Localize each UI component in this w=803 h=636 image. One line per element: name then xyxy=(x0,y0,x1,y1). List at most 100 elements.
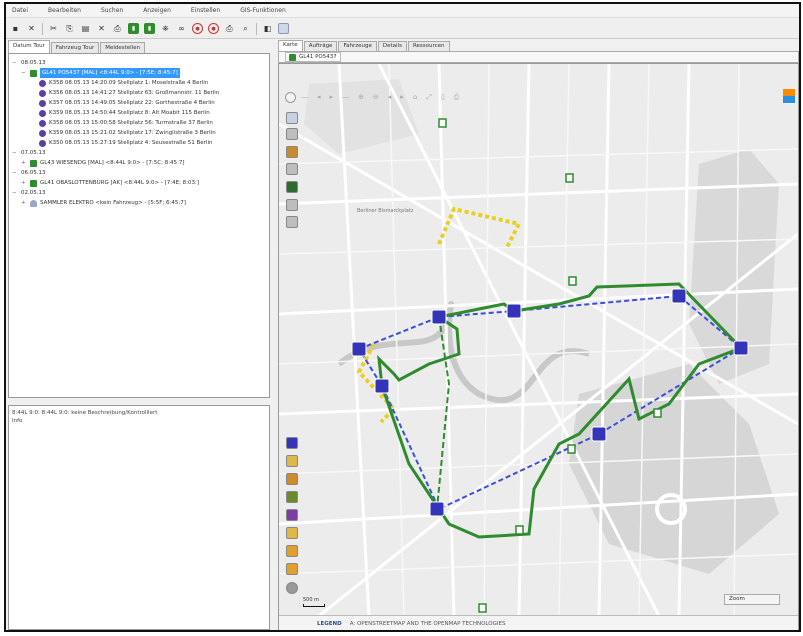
tree-node[interactable]: + SAMMLER ELEKTRO <kein Fahrzeug> - [5:5F… xyxy=(12,198,266,208)
tree-node[interactable]: K358 08.05.13 15:00:58 Stellplatz 56: Tu… xyxy=(12,118,266,128)
search-icon[interactable]: ⌕ xyxy=(240,23,251,34)
tool-icon[interactable] xyxy=(286,199,298,211)
tree-node[interactable]: −06.05.13 xyxy=(12,168,266,178)
tree-node[interactable]: K357 08.05.13 14:49:05 Stellplatz 22: Go… xyxy=(12,98,266,108)
menu-bearbeiten[interactable]: Bearbeiten xyxy=(48,7,81,14)
tree-toggle-icon[interactable]: + xyxy=(21,178,27,188)
map-view[interactable]: Berliner Bismarckplatz — ◂ ▸ — ⊕ ⊖ ◂ ▸ ⌂ ⤢ ▯ ⎙ xyxy=(278,63,799,630)
print-icon[interactable]: ⎙ xyxy=(112,23,123,34)
menu-datei[interactable]: Datei xyxy=(12,7,28,14)
tree-toggle-icon[interactable]: + xyxy=(21,158,27,168)
tree-toggle-icon[interactable]: + xyxy=(21,198,27,208)
tool-icon[interactable] xyxy=(286,163,298,175)
tree-toggle-icon[interactable]: − xyxy=(12,188,18,198)
paste-icon[interactable]: ▤ xyxy=(80,23,91,34)
menu-bar: Datei Bearbeiten Suchen Anzeigen Einstel… xyxy=(6,4,799,18)
tree-node[interactable]: K350 08.05.13 15:27:19 Stellplatz 4: Seu… xyxy=(12,138,266,148)
tree-node[interactable]: −07.05.13 xyxy=(12,148,266,158)
tab-auftraege[interactable]: Aufträge xyxy=(303,41,338,51)
route-tool-icon[interactable] xyxy=(286,181,298,193)
tree-toggle-icon[interactable]: − xyxy=(12,148,18,158)
menu-gis-funktionen[interactable]: GIS-Funktionen xyxy=(240,7,286,14)
tree-toggle-icon[interactable]: − xyxy=(21,68,27,78)
globe-icon[interactable] xyxy=(286,582,298,594)
stop-marker[interactable] xyxy=(431,309,447,325)
vehicle-icon xyxy=(30,159,37,167)
tree-node[interactable]: − GL41 PO5437 [MAL] <8:44L 9:0> - [7:5E; … xyxy=(12,68,266,78)
menu-anzeigen[interactable]: Anzeigen xyxy=(143,7,171,14)
tab-karte[interactable]: Karte xyxy=(278,40,303,51)
tab-meldestellen[interactable]: Meldestellen xyxy=(100,42,146,53)
application-window: Datei Bearbeiten Suchen Anzeigen Einstel… xyxy=(4,2,801,632)
tree-node[interactable]: K359 08.05.13 15:21:02 Stellplatz 17: Zw… xyxy=(12,128,266,138)
record-stop-icon[interactable]: ● xyxy=(208,23,219,34)
stop-marker[interactable] xyxy=(506,303,522,319)
vehicle-icon xyxy=(30,69,37,77)
container-icon[interactable] xyxy=(286,563,298,575)
tree-toggle-icon[interactable]: − xyxy=(12,168,18,178)
tab-fahrzeuge[interactable]: Fahrzeuge xyxy=(338,41,377,51)
truck-icon[interactable] xyxy=(286,473,298,485)
save-icon[interactable]: ▪ xyxy=(10,23,21,34)
tree-node[interactable]: K356 08.05.13 14:41:27 Stellplatz 63: Gr… xyxy=(12,88,266,98)
tab-fahrzeug-tour[interactable]: Fahrzeug Tour xyxy=(50,42,100,53)
scale-bar: 500 m xyxy=(303,597,325,607)
copy-icon[interactable]: ⎘ xyxy=(64,23,75,34)
stop-icon xyxy=(39,109,46,117)
menu-einstellen[interactable]: Einstellen xyxy=(191,7,220,14)
tool-icon[interactable] xyxy=(286,216,298,228)
tree-node[interactable]: −08.05.13 xyxy=(12,58,266,68)
tree-node[interactable]: + GL41 OBASLOTTENBURG [AK] <8:44L 9:0> - … xyxy=(12,178,266,188)
tree-node-label: K356 08.05.13 14:41:27 Stellplatz 63: Gr… xyxy=(49,90,220,96)
layer-icon[interactable] xyxy=(286,146,298,158)
record-icon[interactable]: ● xyxy=(192,23,203,34)
zoom-slider[interactable]: — ◂ ▸ — ⊕ ⊖ ◂ ▸ ⌂ ⤢ ▯ ⎙ xyxy=(301,91,531,103)
stop-marker[interactable] xyxy=(671,288,687,304)
panel-icon[interactable] xyxy=(278,23,289,34)
stop-tool-icon[interactable] xyxy=(286,437,298,449)
tour-icon[interactable]: ▮ xyxy=(144,23,155,34)
container-icon[interactable] xyxy=(286,545,298,557)
stop-marker[interactable] xyxy=(733,340,749,356)
toolbar-separator xyxy=(42,22,43,35)
stop-marker[interactable] xyxy=(429,501,445,517)
zoom-home-icon[interactable] xyxy=(285,92,296,103)
vehicle-icon xyxy=(30,179,37,187)
glasses-icon[interactable]: ∞ xyxy=(176,23,187,34)
compass-icon[interactable] xyxy=(783,89,795,103)
stop-marker[interactable] xyxy=(351,341,367,357)
tree-node-label: 06.05.13 xyxy=(21,170,46,176)
scale-bar-line xyxy=(303,604,325,607)
tree-node-label: 07.05.13 xyxy=(21,150,46,156)
map-canvas[interactable]: Berliner Bismarckplatz xyxy=(279,64,798,616)
map-subtab[interactable]: GL41 PO5437 xyxy=(285,52,341,62)
tab-datum-tour[interactable]: Datum Tour xyxy=(8,40,50,53)
vehicle-icon[interactable]: ▮ xyxy=(128,23,139,34)
tree-node[interactable]: + GL43 WIESENDG [MAL] <8:44L 9:0> - [7:5C… xyxy=(12,158,266,168)
close-save-icon[interactable]: ✕ xyxy=(26,23,37,34)
tab-ressourcen[interactable]: Ressourcen xyxy=(407,41,450,51)
cut-icon[interactable]: ✂ xyxy=(48,23,59,34)
stop-icon xyxy=(39,129,46,137)
tree-toggle-icon[interactable]: − xyxy=(12,58,18,68)
tree-node[interactable]: −02.05.13 xyxy=(12,188,266,198)
folder-icon[interactable] xyxy=(286,455,298,467)
tool-icon[interactable] xyxy=(286,128,298,140)
stop-marker[interactable] xyxy=(591,426,607,442)
menu-suchen[interactable]: Suchen xyxy=(101,7,123,14)
marker-icon[interactable] xyxy=(286,509,298,521)
stop-marker[interactable] xyxy=(374,378,390,394)
folder-icon[interactable] xyxy=(286,527,298,539)
printer-icon[interactable]: ⎙ xyxy=(224,23,235,34)
pointer-tool-icon[interactable] xyxy=(286,112,298,124)
tree-node[interactable]: K359 08.05.13 14:50:44 Stellplatz 8: Alt… xyxy=(12,108,266,118)
route-icon[interactable]: ⛯ xyxy=(160,23,171,34)
tree-icon[interactable] xyxy=(286,491,298,503)
zoom-box[interactable]: Zoom xyxy=(724,594,780,605)
tree-node[interactable]: K358 08.05.13 14:20:09 Stellplatz 1: Mos… xyxy=(12,78,266,88)
map-footer: LEGEND A: OPENSTREETMAP AND THE OPENMAP … xyxy=(279,615,798,630)
tab-details[interactable]: Details xyxy=(377,41,407,51)
map-icon[interactable]: ◧ xyxy=(262,23,273,34)
delete-icon[interactable]: ✕ xyxy=(96,23,107,34)
stop-icon xyxy=(39,119,46,127)
